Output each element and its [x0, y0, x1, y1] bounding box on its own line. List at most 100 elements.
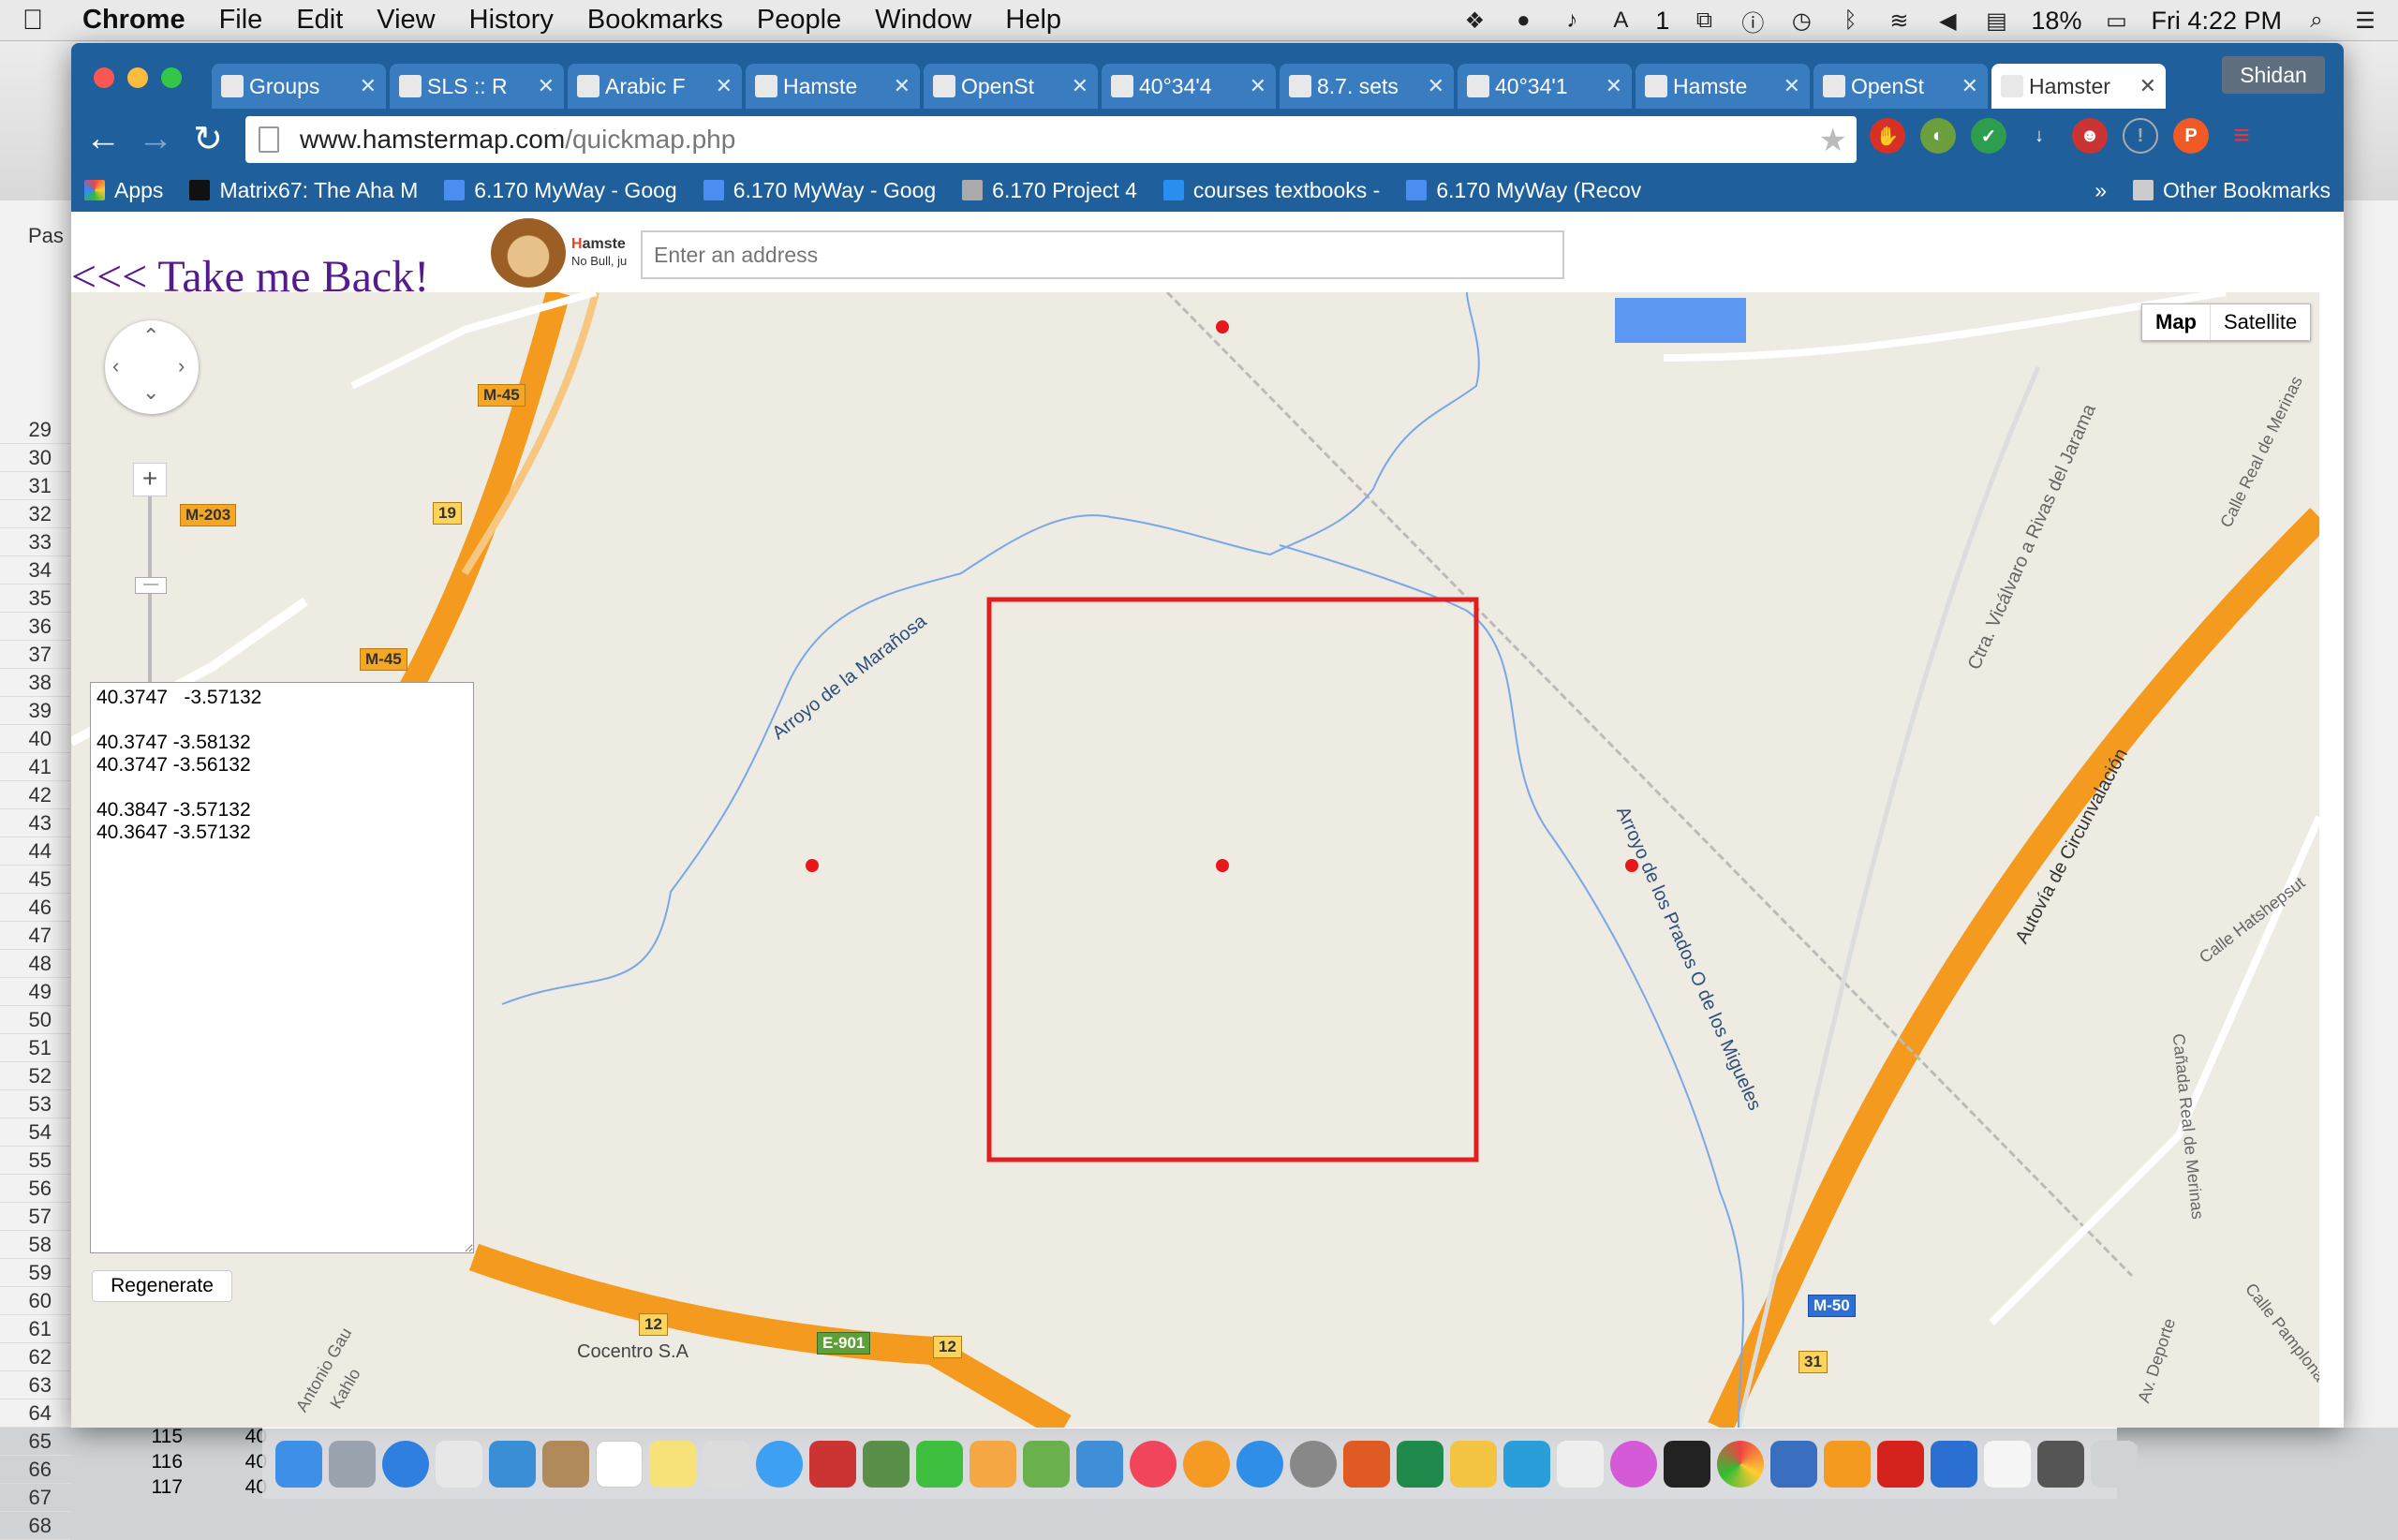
tab-close-icon[interactable]: ✕: [538, 74, 555, 98]
tab[interactable]: OpenSt ✕: [924, 64, 1098, 109]
password-icon[interactable]: ⓘ: [1739, 7, 1767, 37]
row-number[interactable]: 31: [0, 472, 70, 500]
adobe-icon[interactable]: A: [1606, 7, 1635, 34]
row-number[interactable]: 36: [0, 613, 70, 641]
row-number[interactable]: 34: [0, 556, 70, 585]
flower-app-icon[interactable]: [1610, 1440, 1657, 1488]
chat-bubble-icon[interactable]: ●: [1509, 7, 1537, 34]
row-number[interactable]: 44: [0, 837, 70, 866]
pocket-p-icon[interactable]: P: [2173, 118, 2209, 154]
numbers-icon[interactable]: [1023, 1440, 1070, 1488]
row-number[interactable]: 43: [0, 809, 70, 837]
paste-button-label[interactable]: Pas: [28, 224, 64, 248]
row-number[interactable]: 46: [0, 894, 70, 922]
back-arrow-icon[interactable]: ←: [77, 112, 129, 165]
tab[interactable]: SLS :: R ✕: [390, 64, 564, 109]
extension-robot-icon[interactable]: ☻: [2072, 118, 2108, 154]
menu-app-name[interactable]: Chrome: [66, 5, 202, 36]
bookmark-myway-2[interactable]: 6.170 MyWay - Goog: [690, 178, 949, 203]
row-number[interactable]: 32: [0, 500, 70, 528]
map-type-satellite-button[interactable]: Satellite: [2211, 304, 2310, 340]
dropbox-icon[interactable]: ❖: [1460, 7, 1488, 34]
pages-icon[interactable]: [970, 1440, 1016, 1488]
evernote-icon[interactable]: ✓: [1971, 118, 2006, 154]
bell-icon[interactable]: ♪: [1558, 7, 1586, 34]
menu-file[interactable]: File: [202, 5, 280, 36]
bookmark-matrix67[interactable]: Matrix67: The Aha M: [176, 178, 431, 203]
row-number[interactable]: 59: [0, 1259, 70, 1287]
menu-people[interactable]: People: [740, 5, 858, 36]
launchpad-icon[interactable]: [329, 1440, 376, 1488]
excel-icon[interactable]: [1397, 1440, 1443, 1488]
outlook-icon[interactable]: [1450, 1440, 1497, 1488]
powerpoint-icon[interactable]: [1343, 1440, 1390, 1488]
menu-bookmarks[interactable]: Bookmarks: [570, 5, 740, 36]
tab-close-icon[interactable]: ✕: [360, 74, 377, 98]
cell[interactable]: 40: [183, 1474, 267, 1500]
row-number[interactable]: 60: [0, 1287, 70, 1315]
marker-dot[interactable]: [806, 859, 819, 872]
row-number[interactable]: 29: [0, 416, 70, 444]
word-icon[interactable]: [1931, 1440, 1977, 1488]
tab-close-icon[interactable]: ✕: [1606, 74, 1622, 98]
tab[interactable]: Hamster ✕: [1991, 64, 2166, 109]
row-number[interactable]: 38: [0, 669, 70, 697]
mail-icon[interactable]: [489, 1440, 536, 1488]
zoom-window-button[interactable]: [161, 67, 182, 88]
row-number[interactable]: 41: [0, 753, 70, 781]
other-bookmarks[interactable]: Other Bookmarks: [2120, 178, 2344, 203]
apps-grid-icon[interactable]: [436, 1440, 482, 1488]
menu-view[interactable]: View: [360, 5, 451, 36]
bookmark-myway-recov[interactable]: 6.170 MyWay (Recov: [1393, 178, 1654, 203]
row-number[interactable]: 40: [0, 725, 70, 753]
extension-globe-icon[interactable]: ◐: [1920, 118, 1956, 154]
bookmark-star-icon[interactable]: ★: [1819, 122, 1847, 159]
row-number[interactable]: 63: [0, 1371, 70, 1399]
row-number[interactable]: 33: [0, 528, 70, 556]
tab[interactable]: 40°34'4 ✕: [1102, 64, 1276, 109]
row-number[interactable]: 54: [0, 1118, 70, 1147]
address-bar[interactable]: www.hamstermap.com/quickmap.php ★: [245, 116, 1857, 163]
row-number[interactable]: 48: [0, 950, 70, 978]
download-icon[interactable]: ↓: [2021, 118, 2057, 154]
clock[interactable]: Fri 4:22 PM: [2151, 7, 2282, 36]
menu-help[interactable]: Help: [988, 5, 1078, 36]
itunes-icon[interactable]: [1130, 1440, 1177, 1488]
bookmark-apps[interactable]: Apps: [71, 178, 176, 203]
acrobat-icon[interactable]: [1877, 1440, 1924, 1488]
cell[interactable]: 40: [183, 1449, 267, 1474]
row-number[interactable]: 68: [0, 1512, 70, 1540]
finder-icon[interactable]: [275, 1440, 322, 1488]
volume-icon[interactable]: ◀: [1933, 7, 1961, 34]
bookmark-myway-1[interactable]: 6.170 MyWay - Goog: [431, 178, 689, 203]
app-store-icon[interactable]: [1236, 1440, 1283, 1488]
tab-close-icon[interactable]: ✕: [894, 74, 910, 98]
menu-edit[interactable]: Edit: [279, 5, 360, 36]
row-number[interactable]: 61: [0, 1315, 70, 1343]
flag-icon[interactable]: ▤: [1982, 7, 2010, 34]
tab-close-icon[interactable]: ✕: [2139, 74, 2156, 98]
ibooks-icon[interactable]: [1183, 1440, 1230, 1488]
pan-left-icon[interactable]: ‹: [112, 354, 119, 378]
menu-history[interactable]: History: [452, 5, 570, 36]
spotlight-search-icon[interactable]: ⌕: [2302, 7, 2331, 34]
map-type-map-button[interactable]: Map: [2142, 304, 2211, 340]
bluetooth-icon[interactable]: ᛒ: [1836, 7, 1864, 34]
info-icon[interactable]: !: [2123, 118, 2158, 154]
chrome-menu-icon[interactable]: ≡: [2224, 118, 2259, 154]
zoom-slider-track[interactable]: [148, 496, 152, 703]
pan-control[interactable]: ⌃ ⌄ ‹ ›: [105, 320, 199, 414]
tab-close-icon[interactable]: ✕: [1072, 74, 1088, 98]
tab[interactable]: Groups ✕: [212, 64, 386, 109]
apple-icon[interactable]: : [0, 5, 66, 37]
cell[interactable]: 115: [0, 1424, 183, 1449]
chrome-icon[interactable]: [1717, 1440, 1764, 1488]
zoom-in-button[interactable]: +: [133, 463, 167, 496]
forward-arrow-icon[interactable]: →: [129, 112, 182, 165]
row-number[interactable]: 39: [0, 697, 70, 725]
regenerate-button[interactable]: Regenerate: [92, 1270, 232, 1302]
row-number[interactable]: 35: [0, 585, 70, 613]
wifi-icon[interactable]: ≋: [1885, 7, 1913, 34]
tab[interactable]: 40°34'1 ✕: [1458, 64, 1632, 109]
row-number[interactable]: 57: [0, 1203, 70, 1231]
